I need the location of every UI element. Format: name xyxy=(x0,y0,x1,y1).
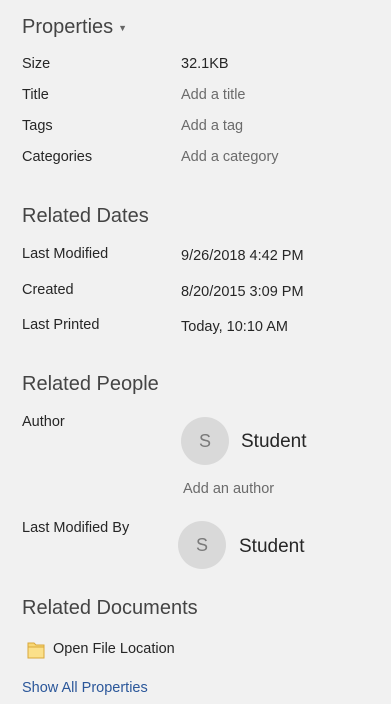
size-value: 32.1KB xyxy=(181,56,229,72)
caret-down-icon: ▼ xyxy=(118,22,128,33)
show-all-properties-link[interactable]: Show All Properties xyxy=(22,680,148,696)
title-input[interactable]: Add a title xyxy=(181,87,246,103)
tags-input[interactable]: Add a tag xyxy=(181,118,243,134)
author-name[interactable]: Student xyxy=(241,431,307,453)
last-modified-label: Last Modified xyxy=(22,246,109,262)
folder-icon xyxy=(27,642,45,659)
related-dates-heading: Related Dates xyxy=(22,205,149,227)
last-modified-by-name[interactable]: Student xyxy=(239,536,305,558)
title-label: Title xyxy=(22,87,49,103)
created-label: Created xyxy=(22,282,74,298)
last-printed-label: Last Printed xyxy=(22,317,100,333)
categories-label: Categories xyxy=(22,149,93,165)
last-modified-by-initial: S xyxy=(195,534,208,555)
author-avatar[interactable]: S xyxy=(181,417,229,465)
categories-input[interactable]: Add a category xyxy=(181,149,279,165)
open-file-location-link[interactable]: Open File Location xyxy=(53,641,175,657)
author-label: Author xyxy=(22,414,65,430)
author-initial: S xyxy=(198,430,211,451)
add-author-input[interactable]: Add an author xyxy=(183,481,274,497)
size-label: Size xyxy=(22,56,51,72)
tags-label: Tags xyxy=(22,118,53,134)
last-modified-by-label: Last Modified By xyxy=(22,520,130,536)
properties-heading[interactable]: Properties ▼ xyxy=(22,16,127,39)
last-printed-value: Today, 10:10 AM xyxy=(181,319,288,335)
related-people-heading: Related People xyxy=(22,373,159,395)
related-documents-heading: Related Documents xyxy=(22,597,198,619)
last-modified-value: 9/26/2018 4:42 PM xyxy=(181,248,304,264)
last-modified-by-avatar[interactable]: S xyxy=(178,521,226,569)
created-value: 8/20/2015 3:09 PM xyxy=(181,284,304,300)
